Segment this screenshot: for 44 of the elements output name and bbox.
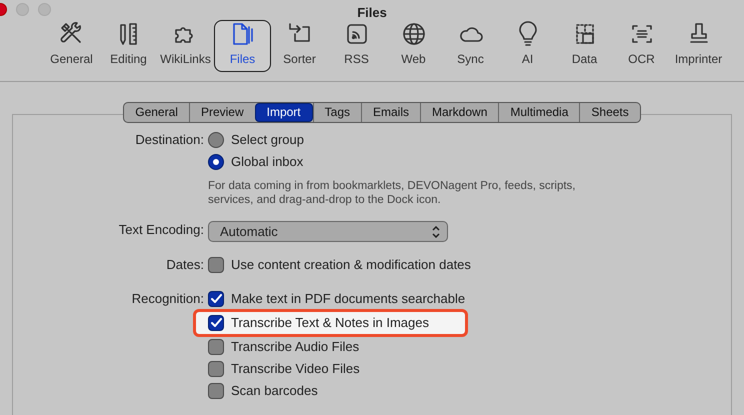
toolbar-tab[interactable]: RSS <box>328 20 385 72</box>
checkbox[interactable] <box>208 383 224 399</box>
encoding-select[interactable]: Automatic <box>208 221 448 242</box>
checkbox[interactable] <box>208 315 224 331</box>
option-label[interactable]: Transcribe Text & Notes in Images <box>231 314 429 332</box>
toolbar-tab[interactable]: Sync <box>442 20 499 72</box>
toolbar-tab[interactable]: Imprinter <box>670 20 727 72</box>
toolbar-tab[interactable]: Sorter <box>271 20 328 72</box>
toolbar-tab[interactable]: General <box>43 20 100 72</box>
option-label[interactable]: Select group <box>231 131 304 149</box>
toolbar-tab[interactable]: AI <box>499 20 556 72</box>
window-title: Files <box>357 5 387 20</box>
field-label: Text Encoding: <box>118 221 205 239</box>
tab[interactable]: General <box>124 103 189 122</box>
tab[interactable]: Markdown <box>420 103 498 122</box>
option-label[interactable]: Scan barcodes <box>231 382 318 400</box>
toolbar-tab[interactable]: Editing <box>100 20 157 72</box>
field-label: Destination: <box>134 131 205 149</box>
field-label: Dates: <box>165 256 205 274</box>
option-label[interactable]: Transcribe Video Files <box>231 360 360 378</box>
tab[interactable]: Tags <box>312 103 361 122</box>
option-label[interactable]: Global inbox <box>231 153 304 171</box>
checkbox[interactable] <box>208 291 224 307</box>
globe-icon <box>400 21 426 47</box>
tab[interactable]: Import <box>254 103 313 122</box>
option-label[interactable]: Use content creation & modification dates <box>231 256 471 274</box>
toolbar-tab[interactable]: Files <box>214 20 271 72</box>
toolbar-tab[interactable]: Web <box>385 20 442 72</box>
radio-button[interactable] <box>208 132 224 148</box>
tab[interactable]: Multimedia <box>498 103 580 122</box>
radio-button[interactable] <box>208 154 224 170</box>
tab[interactable]: Emails <box>361 103 420 122</box>
option-label[interactable]: Transcribe Audio Files <box>231 338 360 356</box>
toolbar-tab[interactable]: OCR <box>613 20 670 72</box>
chevron-updown-icon <box>432 226 440 238</box>
option-label[interactable]: Make text in PDF documents searchable <box>231 290 466 308</box>
checkbox[interactable] <box>208 257 224 273</box>
toolbar-tab[interactable]: WikiLinks <box>157 20 214 72</box>
field-label: Recognition: <box>130 290 205 308</box>
help-text: For data coming in from bookmarklets, DEVONagent Pro, feeds, scripts, services, and drag-and-drop to the Dock icon. <box>208 179 577 207</box>
checkbox[interactable] <box>208 361 224 377</box>
checkbox[interactable] <box>208 339 224 355</box>
tab[interactable]: Sheets <box>579 103 640 122</box>
toolbar-tab[interactable]: Data <box>556 20 613 72</box>
